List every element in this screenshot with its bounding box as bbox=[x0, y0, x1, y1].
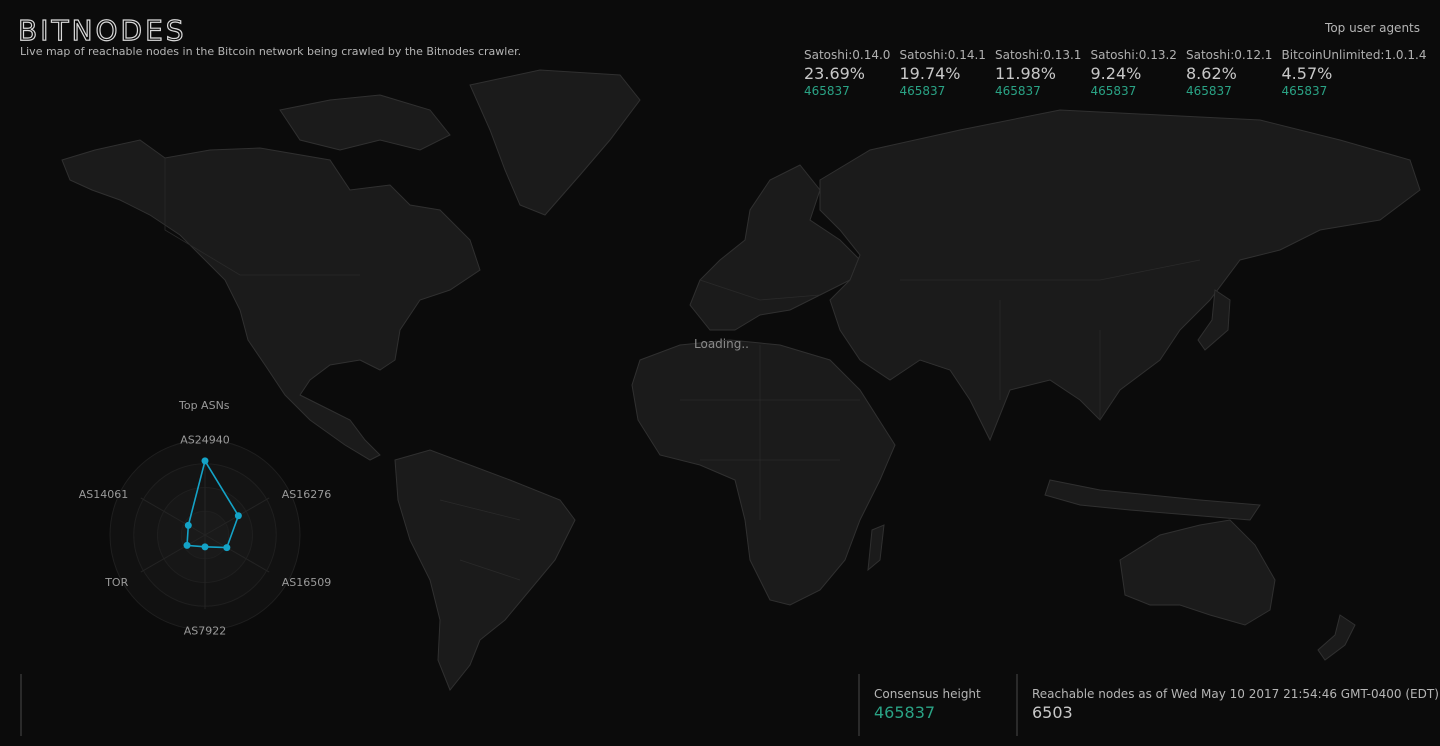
australia-landmass bbox=[1119, 519, 1276, 626]
map-loading-text: Loading.. bbox=[694, 337, 749, 351]
user-agent-item[interactable]: BitcoinUnlimited:1.0.1.4 4.57% 465837 bbox=[1281, 48, 1427, 98]
top-asns-title: Top ASNs bbox=[179, 399, 230, 412]
user-agent-name: Satoshi:0.12.1 bbox=[1186, 48, 1273, 62]
top-user-agents-title: Top user agents bbox=[1325, 21, 1420, 35]
user-agent-name: BitcoinUnlimited:1.0.1.4 bbox=[1281, 48, 1427, 62]
user-agent-height: 465837 bbox=[995, 84, 1041, 98]
radar-data-point[interactable] bbox=[223, 544, 231, 552]
radar-axis-label: AS14061 bbox=[79, 488, 129, 501]
africa-landmass bbox=[631, 339, 896, 606]
reachable-nodes-label: Reachable nodes as of Wed May 10 2017 21… bbox=[1032, 687, 1439, 701]
user-agent-percentage: 8.62% bbox=[1186, 64, 1237, 83]
user-agent-height: 465837 bbox=[804, 84, 850, 98]
greenland-landmass bbox=[469, 69, 641, 216]
user-agent-height: 465837 bbox=[1281, 84, 1328, 98]
user-agent-item[interactable]: Satoshi:0.13.1 11.98% 465837 bbox=[995, 48, 1091, 98]
user-agent-item[interactable]: Satoshi:0.14.1 19.74% 465837 bbox=[900, 48, 996, 98]
madagascar bbox=[867, 524, 885, 572]
consensus-height-label: Consensus height bbox=[874, 687, 981, 701]
user-agent-item[interactable]: Satoshi:0.14.0 23.69% 465837 bbox=[804, 48, 900, 98]
arctic-islands bbox=[279, 94, 451, 151]
bitnodes-logo[interactable]: BITNODES bbox=[17, 13, 187, 47]
radar-axis-label: AS7922 bbox=[184, 625, 227, 638]
user-agent-name: Satoshi:0.14.0 bbox=[804, 48, 891, 62]
radar-axis-label: AS24940 bbox=[180, 433, 230, 446]
user-agents-list: Satoshi:0.14.0 23.69% 465837 Satoshi:0.1… bbox=[804, 48, 1427, 98]
user-agent-percentage: 4.57% bbox=[1281, 64, 1333, 83]
user-agent-height: 465837 bbox=[899, 84, 946, 98]
left-divider bbox=[20, 674, 22, 736]
new-zealand bbox=[1317, 614, 1356, 661]
user-agent-item[interactable]: Satoshi:0.12.1 8.62% 465837 bbox=[1186, 48, 1282, 98]
user-agent-name: Satoshi:0.14.1 bbox=[899, 48, 986, 62]
user-agent-name: Satoshi:0.13.2 bbox=[1090, 48, 1177, 62]
radar-data-point[interactable] bbox=[234, 512, 242, 520]
north-america-landmass bbox=[61, 139, 481, 461]
consensus-height-value: 465837 bbox=[874, 703, 936, 722]
user-agent-percentage: 19.74% bbox=[899, 64, 961, 83]
user-agent-percentage: 11.98% bbox=[995, 64, 1057, 83]
user-agent-percentage: 9.24% bbox=[1090, 64, 1142, 83]
radar-axis-label: AS16509 bbox=[282, 576, 332, 589]
page-subtitle: Live map of reachable nodes in the Bitco… bbox=[20, 45, 522, 58]
radar-axis-label: AS16276 bbox=[282, 488, 332, 501]
radar-data-point[interactable] bbox=[201, 457, 209, 465]
user-agent-percentage: 23.69% bbox=[804, 64, 866, 83]
reachable-nodes-panel: Reachable nodes as of Wed May 10 2017 21… bbox=[1016, 674, 1439, 736]
user-agent-height: 465837 bbox=[1090, 84, 1137, 98]
radar-axis-label: TOR bbox=[104, 576, 128, 589]
asia-landmass bbox=[819, 109, 1421, 442]
reachable-nodes-value[interactable]: 6503 bbox=[1032, 703, 1439, 722]
user-agent-name: Satoshi:0.13.1 bbox=[995, 48, 1082, 62]
user-agent-item[interactable]: Satoshi:0.13.2 9.24% 465837 bbox=[1091, 48, 1187, 98]
radar-data-point[interactable] bbox=[201, 543, 209, 551]
radar-data-point[interactable] bbox=[184, 521, 192, 529]
consensus-height-panel: Consensus height 465837 bbox=[858, 674, 981, 736]
south-america-landmass bbox=[394, 449, 576, 691]
asn-radar-chart: AS24940 AS16276 AS16509 AS7922 TOR AS14061 bbox=[79, 433, 332, 638]
indonesia-islands bbox=[1044, 479, 1261, 521]
user-agent-height: 465837 bbox=[1186, 84, 1232, 98]
radar-data-point[interactable] bbox=[183, 541, 191, 549]
